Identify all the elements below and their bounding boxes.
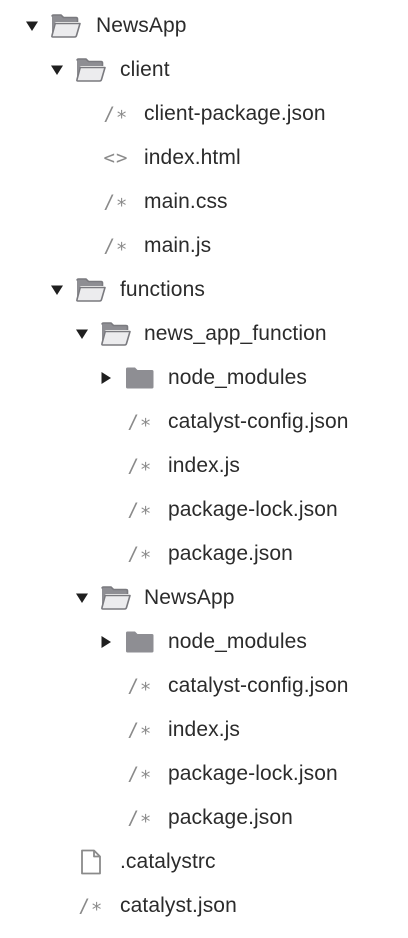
comment-code-icon: /∗	[103, 103, 129, 125]
tree-item-label: package.json	[168, 806, 293, 829]
chevron-down-icon[interactable]	[24, 4, 40, 48]
folder-closed-icon	[122, 620, 158, 664]
tree-item-label: main.js	[144, 234, 212, 257]
tree-item-package-json[interactable]: /∗ package.json	[0, 796, 408, 840]
tree-item-catalyst-config-json[interactable]: /∗ catalyst-config.json	[0, 664, 408, 708]
comment-code-icon: /∗	[127, 807, 153, 829]
tree-item-node-modules[interactable]: node_modules	[0, 356, 408, 400]
tree-item-label: functions	[120, 278, 205, 301]
chevron-down-icon[interactable]	[74, 312, 90, 356]
tree-item-catalyst-config-json[interactable]: /∗ catalyst-config.json	[0, 400, 408, 444]
tree-item-catalystrc[interactable]: .catalystrc	[0, 840, 408, 884]
tree-item-label: package-lock.json	[168, 498, 338, 521]
tree-item-index-js[interactable]: /∗ index.js	[0, 708, 408, 752]
tree-item-label: .catalystrc	[120, 850, 216, 873]
html-code-icon: <>	[103, 147, 129, 169]
tree-item-index-html[interactable]: <> index.html	[0, 136, 408, 180]
folder-open-icon	[73, 48, 109, 92]
tree-item-label: index.html	[144, 146, 241, 169]
chevron-right-icon[interactable]	[98, 356, 114, 400]
folder-open-icon	[73, 268, 109, 312]
tree-item-label: client	[120, 58, 170, 81]
tree-item-label: catalyst-config.json	[168, 410, 349, 433]
tree-item-label: main.css	[144, 190, 228, 213]
tree-item-label: NewsApp	[96, 14, 187, 37]
tree-item-label: catalyst.json	[120, 894, 237, 917]
comment-code-icon: /∗	[127, 763, 153, 785]
tree-item-label: index.js	[168, 718, 241, 741]
tree-item-newsapp-root[interactable]: NewsApp	[0, 4, 408, 48]
tree-item-label: client-package.json	[144, 102, 326, 125]
folder-open-icon	[98, 312, 134, 356]
tree-item-news-app-function[interactable]: news_app_function	[0, 312, 408, 356]
tree-item-label: node_modules	[168, 366, 307, 389]
tree-item-functions[interactable]: functions	[0, 268, 408, 312]
tree-item-package-json[interactable]: /∗ package.json	[0, 532, 408, 576]
tree-item-label: catalyst-config.json	[168, 674, 349, 697]
document-icon	[73, 840, 109, 884]
comment-code-icon: /∗	[103, 191, 129, 213]
tree-item-label: package-lock.json	[168, 762, 338, 785]
comment-code-icon: /∗	[127, 719, 153, 741]
chevron-down-icon[interactable]	[74, 576, 90, 620]
file-tree: NewsApp client /∗ client-package.json <>…	[0, 0, 408, 938]
folder-closed-icon	[122, 356, 158, 400]
comment-code-icon: /∗	[127, 455, 153, 477]
tree-item-label: package.json	[168, 542, 293, 565]
chevron-down-icon[interactable]	[49, 268, 65, 312]
tree-item-node-modules[interactable]: node_modules	[0, 620, 408, 664]
comment-code-icon: /∗	[103, 235, 129, 257]
comment-code-icon: /∗	[78, 895, 104, 917]
folder-open-icon	[48, 4, 84, 48]
chevron-down-icon[interactable]	[49, 48, 65, 92]
chevron-right-icon[interactable]	[98, 620, 114, 664]
comment-code-icon: /∗	[127, 543, 153, 565]
tree-item-label: NewsApp	[144, 586, 235, 609]
tree-item-catalyst-json[interactable]: /∗ catalyst.json	[0, 884, 408, 928]
comment-code-icon: /∗	[127, 499, 153, 521]
tree-item-main-js[interactable]: /∗ main.js	[0, 224, 408, 268]
tree-item-client[interactable]: client	[0, 48, 408, 92]
tree-item-label: node_modules	[168, 630, 307, 653]
tree-item-newsapp-function[interactable]: NewsApp	[0, 576, 408, 620]
comment-code-icon: /∗	[127, 675, 153, 697]
tree-item-index-js[interactable]: /∗ index.js	[0, 444, 408, 488]
tree-item-label: index.js	[168, 454, 241, 477]
tree-item-main-css[interactable]: /∗ main.css	[0, 180, 408, 224]
comment-code-icon: /∗	[127, 411, 153, 433]
tree-item-client-package-json[interactable]: /∗ client-package.json	[0, 92, 408, 136]
tree-item-package-lock-json[interactable]: /∗ package-lock.json	[0, 752, 408, 796]
folder-open-icon	[98, 576, 134, 620]
tree-item-package-lock-json[interactable]: /∗ package-lock.json	[0, 488, 408, 532]
tree-item-label: news_app_function	[144, 322, 327, 345]
